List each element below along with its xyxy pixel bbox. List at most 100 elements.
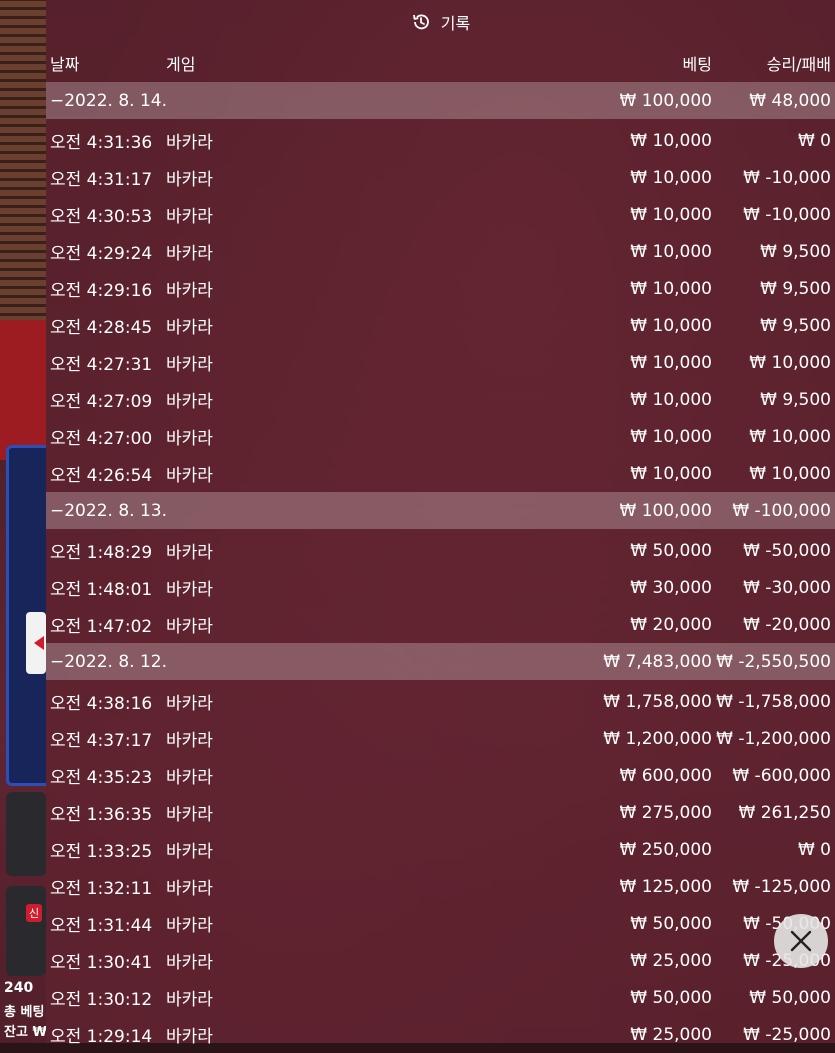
row-winloss: ₩ 9,500 — [760, 241, 831, 262]
row-game: 바카라 — [166, 731, 213, 751]
row-game: 바카라 — [166, 429, 213, 449]
history-row[interactable]: 오전 1:48:29 바카라 ₩ 50,000 ₩ -50,000 — [46, 532, 835, 569]
history-row[interactable]: 오전 4:29:24 바카라 ₩ 10,000 ₩ 9,500 — [46, 233, 835, 270]
row-winloss: ₩ 50,000 — [749, 987, 831, 1008]
row-bet: ₩ 10,000 — [630, 204, 712, 225]
row-bet: ₩ 10,000 — [630, 352, 712, 373]
row-winloss: ₩ -50,000 — [743, 540, 831, 561]
history-row[interactable]: 오전 4:27:31 바카라 ₩ 10,000 ₩ 10,000 — [46, 344, 835, 381]
bet-spot[interactable] — [6, 792, 46, 876]
row-time: 오전 4:31:36 — [50, 133, 153, 153]
history-row[interactable]: 오전 4:27:00 바카라 ₩ 10,000 ₩ 10,000 — [46, 418, 835, 455]
row-bet: ₩ 25,000 — [630, 950, 712, 971]
history-row[interactable]: 오전 1:47:02 바카라 ₩ 20,000 ₩ -20,000 — [46, 606, 835, 643]
row-bet: ₩ 10,000 — [630, 389, 712, 410]
row-bet: ₩ 10,000 — [630, 426, 712, 447]
row-game: 바카라 — [166, 466, 213, 486]
row-winloss: ₩ -20,000 — [743, 614, 831, 635]
row-game: 바카라 — [166, 207, 213, 227]
row-bet: ₩ 20,000 — [630, 614, 712, 635]
row-time: 오전 4:26:54 — [50, 466, 153, 486]
chip-panel[interactable] — [6, 886, 46, 976]
row-time: 오전 1:47:02 — [50, 617, 153, 637]
row-time: 오전 4:27:00 — [50, 429, 153, 449]
row-game: 바카라 — [166, 694, 213, 714]
panel-title: 기록 — [440, 14, 471, 33]
row-bet: ₩ 50,000 — [630, 540, 712, 561]
row-winloss: ₩ 10,000 — [749, 426, 831, 447]
row-winloss: ₩ 9,500 — [760, 315, 831, 336]
row-time: 오전 4:35:23 — [50, 768, 153, 788]
row-bet: ₩ 25,000 — [630, 1024, 712, 1045]
group-date: −2022. 8. 14. — [50, 90, 167, 111]
row-bet: ₩ 10,000 — [630, 241, 712, 262]
row-time: 오전 4:29:16 — [50, 281, 153, 301]
row-time: 오전 4:27:09 — [50, 392, 153, 412]
history-row[interactable]: 오전 1:32:11 바카라 ₩ 125,000 ₩ -125,000 — [46, 868, 835, 905]
row-bet: ₩ 600,000 — [619, 765, 712, 786]
history-row[interactable]: 오전 4:37:17 바카라 ₩ 1,200,000 ₩ -1,200,000 — [46, 720, 835, 757]
history-row[interactable]: 오전 4:30:53 바카라 ₩ 10,000 ₩ -10,000 — [46, 196, 835, 233]
column-header: 날짜 게임 베팅 승리/패배 — [46, 44, 835, 82]
row-winloss: ₩ -30,000 — [743, 577, 831, 598]
row-winloss: ₩ 9,500 — [760, 278, 831, 299]
count-label: 240 — [4, 980, 34, 996]
row-game: 바카라 — [166, 990, 213, 1010]
row-winloss: ₩ 10,000 — [749, 352, 831, 373]
row-time: 오전 4:29:24 — [50, 244, 153, 264]
column-game: 게임 — [166, 55, 196, 74]
row-game: 바카라 — [166, 580, 213, 600]
history-row[interactable]: 오전 1:48:01 바카라 ₩ 30,000 ₩ -30,000 — [46, 569, 835, 606]
history-row[interactable]: 오전 1:30:12 바카라 ₩ 50,000 ₩ 50,000 — [46, 979, 835, 1016]
row-time: 오전 4:28:45 — [50, 318, 153, 338]
row-winloss: ₩ -125,000 — [732, 876, 831, 897]
row-bet: ₩ 250,000 — [619, 839, 712, 860]
row-time: 오전 1:30:41 — [50, 953, 153, 973]
row-bet: ₩ 275,000 — [619, 802, 712, 823]
history-row[interactable]: 오전 4:28:45 바카라 ₩ 10,000 ₩ 9,500 — [46, 307, 835, 344]
history-row[interactable]: 오전 1:30:41바카라₩ 25,000₩ -25,000 — [46, 942, 835, 979]
collapse-arrow-button[interactable] — [26, 612, 46, 674]
date-group-row[interactable]: −2022. 8. 14. ₩ 100,000 ₩ 48,000 — [46, 82, 835, 119]
history-row[interactable]: 오전 4:26:54 바카라 ₩ 10,000 ₩ 10,000 — [46, 455, 835, 492]
row-game: 바카라 — [166, 170, 213, 190]
row-bet: ₩ 10,000 — [630, 315, 712, 336]
row-game: 바카라 — [166, 318, 213, 338]
history-list[interactable]: −2022. 8. 14. ₩ 100,000 ₩ 48,000 오전 4:31:36… — [46, 82, 835, 1053]
row-winloss: ₩ 0 — [797, 130, 831, 151]
row-bet: ₩ 10,000 — [630, 130, 712, 151]
row-bet: ₩ 1,200,000 — [603, 728, 712, 749]
row-time: 오전 4:30:53 — [50, 207, 153, 227]
history-row[interactable]: 오전 4:29:16 바카라 ₩ 10,000 ₩ 9,500 — [46, 270, 835, 307]
row-game: 바카라 — [166, 392, 213, 412]
row-game: 바카라 — [166, 916, 213, 936]
group-bet-total: ₩ 100,000 — [619, 500, 712, 521]
background-dealer — [0, 320, 46, 460]
history-row[interactable]: 오전 1:36:35 바카라 ₩ 275,000 ₩ 261,250 — [46, 794, 835, 831]
group-winloss-total: ₩ 48,000 — [749, 90, 831, 111]
history-row[interactable]: 오전 4:38:16 바카라 ₩ 1,758,000 ₩ -1,758,000 — [46, 683, 835, 720]
row-time: 오전 1:36:35 — [50, 805, 153, 825]
history-row[interactable]: 오전 4:35:23 바카라 ₩ 600,000 ₩ -600,000 — [46, 757, 835, 794]
panel-header: 기록 — [46, 0, 835, 44]
row-game: 바카라 — [166, 879, 213, 899]
history-row[interactable]: 오전 4:27:09 바카라 ₩ 10,000 ₩ 9,500 — [46, 381, 835, 418]
date-group-row[interactable]: −2022. 8. 12. ₩ 7,483,000 ₩ -2,550,500 — [46, 643, 835, 680]
row-bet: ₩ 10,000 — [630, 167, 712, 188]
row-winloss: ₩ -1,758,000 — [716, 691, 831, 712]
history-row[interactable]: 오전 1:33:25 바카라 ₩ 250,000 ₩ 0 — [46, 831, 835, 868]
history-row[interactable]: 오전 4:31:17 바카라 ₩ 10,000 ₩ -10,000 — [46, 159, 835, 196]
row-game: 바카라 — [166, 768, 213, 788]
balance-label: 잔고 ₩ — [4, 1025, 46, 1040]
row-time: 오전 4:27:31 — [50, 355, 153, 375]
history-row[interactable]: 오전 4:31:36 바카라 ₩ 10,000 ₩ 0 — [46, 122, 835, 159]
history-row[interactable]: 오전 1:29:14 바카라 ₩ 25,000 ₩ -25,000 — [46, 1016, 835, 1053]
new-badge: 신 — [26, 904, 43, 922]
date-group-row[interactable]: −2022. 8. 13. ₩ 100,000 ₩ -100,000 — [46, 492, 835, 529]
row-time: 오전 1:48:01 — [50, 580, 153, 600]
history-row[interactable]: 오전 1:31:44바카라₩ 50,000₩ -50,000 — [46, 905, 835, 942]
close-button[interactable] — [774, 914, 828, 968]
row-winloss: ₩ -1,200,000 — [716, 728, 831, 749]
row-bet: ₩ 10,000 — [630, 463, 712, 484]
row-time: 오전 1:32:11 — [50, 879, 153, 899]
